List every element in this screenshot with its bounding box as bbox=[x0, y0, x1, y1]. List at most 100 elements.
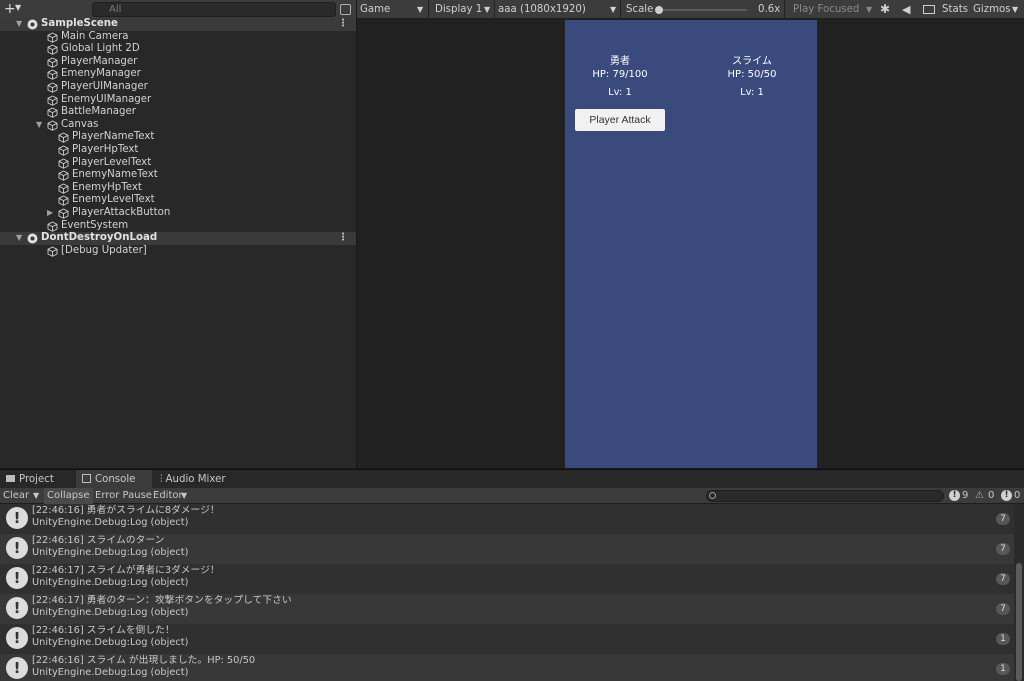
scale-slider[interactable] bbox=[657, 9, 747, 11]
info-icon: ! bbox=[6, 567, 28, 589]
scene-icon bbox=[27, 19, 38, 30]
hierarchy-item[interactable]: ▼ Canvas bbox=[0, 119, 356, 132]
gameobject-icon bbox=[58, 208, 69, 219]
hierarchy-item[interactable]: PlayerManager bbox=[0, 56, 356, 69]
bug-icon[interactable]: ✱ bbox=[880, 0, 890, 19]
hierarchy-item[interactable]: Global Light 2D bbox=[0, 43, 356, 56]
log-entry[interactable]: ! [22:46:16] 勇者がスライムに8ダメージ！ UnityEngine.De… bbox=[0, 504, 1014, 534]
speaker-icon[interactable]: ◀ bbox=[902, 0, 910, 19]
tab-project[interactable]: Project bbox=[0, 470, 76, 489]
hierarchy-item[interactable]: ▶ PlayerAttackButton bbox=[0, 207, 356, 220]
hierarchy-item[interactable]: PlayerHpText bbox=[0, 144, 356, 157]
warning-filter-icon[interactable]: ⚠ bbox=[975, 488, 984, 504]
collapse-button[interactable]: Collapse bbox=[44, 488, 93, 504]
console-search-input[interactable] bbox=[706, 490, 944, 502]
scene-options-icon[interactable]: ⋮ bbox=[338, 18, 348, 31]
player-name-text: 勇者 bbox=[610, 56, 630, 67]
resolution-dropdown[interactable]: aaa (1080x1920) bbox=[498, 0, 586, 19]
log-entry[interactable]: ! [22:46:17] スライムが勇者に3ダメージ！ UnityEngine.De… bbox=[0, 564, 1014, 594]
search-placeholder: All bbox=[109, 4, 122, 15]
hierarchy-scene-row[interactable]: ▼ DontDestroyOnLoad ⋮ bbox=[0, 232, 356, 245]
hierarchy-search-input[interactable]: All bbox=[92, 2, 336, 17]
hierarchy-item[interactable]: EnemyNameText bbox=[0, 169, 356, 182]
scale-slider-handle[interactable] bbox=[655, 6, 663, 14]
error-filter-icon[interactable]: ! bbox=[1001, 490, 1012, 501]
error-pause-button[interactable]: Error Pause bbox=[93, 488, 154, 504]
log-source: UnityEngine.Debug:Log (object) bbox=[32, 517, 189, 528]
chevron-down-icon: ▼ bbox=[866, 5, 873, 14]
hierarchy-item[interactable]: EnemyUIManager bbox=[0, 94, 356, 107]
log-entry[interactable]: ! [22:46:17] 勇者のターン：攻撃ボタンをタップして下さい UnityEn… bbox=[0, 594, 1014, 624]
hierarchy-item[interactable]: EmenyManager bbox=[0, 68, 356, 81]
tab-audio-mixer[interactable]: ⫶ Audio Mixer bbox=[154, 470, 244, 489]
stats-button[interactable]: Stats bbox=[942, 0, 968, 19]
gameobject-icon bbox=[58, 132, 69, 144]
chevron-down-icon: ▼ bbox=[610, 5, 617, 14]
tab-console-label: Console bbox=[95, 474, 136, 485]
hierarchy-item-label: PlayerAttackButton bbox=[72, 207, 171, 218]
log-collapse-count: 7 bbox=[996, 513, 1010, 525]
expand-arrow-icon[interactable]: ▶ bbox=[47, 207, 53, 220]
hierarchy-toolbar: + ▼ All bbox=[0, 0, 356, 19]
hierarchy-item-label: Main Camera bbox=[61, 30, 129, 42]
enemy-hp-text: HP: 50/50 bbox=[727, 69, 777, 80]
console-scroll-thumb[interactable] bbox=[1016, 563, 1022, 681]
add-icon[interactable]: + bbox=[4, 1, 16, 17]
tab-console[interactable]: Console bbox=[76, 470, 152, 489]
hierarchy-item[interactable]: Main Camera bbox=[0, 31, 356, 44]
log-text: [22:46:16] スライムのターン UnityEngine.Debug:Log… bbox=[32, 535, 188, 559]
log-text: [22:46:17] 勇者のターン：攻撃ボタンをタップして下さい UnityEng… bbox=[32, 595, 292, 619]
info-icon: ! bbox=[6, 627, 28, 649]
log-entry[interactable]: ! [22:46:16] スライム が出現しました。HP: 50/50 UnityE… bbox=[0, 654, 1014, 681]
gameobject-icon bbox=[47, 95, 58, 106]
info-icon: ! bbox=[6, 537, 28, 559]
hierarchy-item-label: DontDestroyOnLoad bbox=[41, 232, 158, 244]
gameobject-icon bbox=[47, 32, 58, 43]
gameobject-icon bbox=[58, 170, 69, 181]
hierarchy-item-label: [Debug Updater] bbox=[61, 244, 147, 256]
hierarchy-item[interactable]: PlayerNameText bbox=[0, 131, 356, 144]
log-message: [22:46:16] スライムを倒した！ bbox=[32, 625, 175, 636]
hierarchy-item[interactable]: EnemyLevelText bbox=[0, 194, 356, 207]
hierarchy-item-label: Canvas bbox=[61, 118, 99, 130]
player-attack-button[interactable]: Player Attack bbox=[575, 109, 665, 131]
collapse-arrow-icon[interactable]: ▼ bbox=[16, 18, 22, 31]
info-filter-icon[interactable]: ! bbox=[949, 490, 960, 501]
collapse-arrow-icon[interactable]: ▼ bbox=[16, 232, 22, 245]
hierarchy-item[interactable]: [Debug Updater] bbox=[0, 245, 356, 258]
chevron-down-icon[interactable]: ▼ bbox=[33, 488, 39, 504]
chevron-down-icon[interactable]: ▼ bbox=[15, 3, 21, 12]
hierarchy-item[interactable]: PlayerUIManager bbox=[0, 81, 356, 94]
hierarchy-options-icon[interactable] bbox=[340, 4, 351, 15]
chevron-down-icon[interactable]: ▼ bbox=[1012, 0, 1018, 19]
hierarchy-item-label: PlayerNameText bbox=[72, 131, 155, 143]
clear-button[interactable]: Clear bbox=[3, 488, 29, 504]
search-icon bbox=[709, 492, 716, 499]
log-entry[interactable]: ! [22:46:16] スライムのターン UnityEngine.Debug:Lo… bbox=[0, 534, 1014, 564]
hierarchy-item[interactable]: BattleManager bbox=[0, 106, 356, 119]
gameobject-icon bbox=[58, 145, 69, 156]
play-mode-dropdown[interactable]: Play Focused bbox=[793, 0, 859, 19]
editor-dropdown[interactable]: Editor bbox=[153, 488, 183, 504]
chevron-down-icon: ▼ bbox=[181, 491, 188, 500]
collapse-arrow-icon[interactable]: ▼ bbox=[36, 119, 42, 132]
display-dropdown[interactable]: Display 1 bbox=[435, 0, 482, 19]
hierarchy-item[interactable]: PlayerLevelText bbox=[0, 157, 356, 170]
gizmos-button[interactable]: Gizmos bbox=[973, 0, 1011, 19]
scene-options-icon[interactable]: ⋮ bbox=[338, 232, 348, 245]
game-view-dropdown[interactable]: Game bbox=[360, 0, 390, 19]
log-message: [22:46:16] スライム が出現しました。HP: 50/50 bbox=[32, 655, 256, 666]
hierarchy-item-label: BattleManager bbox=[61, 106, 136, 118]
scale-value: 0.6x bbox=[758, 4, 781, 15]
log-text: [22:46:17] スライムが勇者に3ダメージ！ UnityEngine.Deb… bbox=[32, 565, 220, 589]
hierarchy-scene-row[interactable]: ▼ SampleScene ⋮ bbox=[0, 18, 356, 31]
keyboard-icon[interactable] bbox=[923, 5, 935, 14]
gameobject-icon bbox=[47, 120, 58, 131]
hierarchy-item-label: EnemyLevelText bbox=[72, 194, 155, 206]
hierarchy-item[interactable]: EventSystem bbox=[0, 220, 356, 233]
hierarchy-item[interactable]: EnemyHpText bbox=[0, 182, 356, 195]
gameobject-icon bbox=[47, 246, 58, 257]
log-entry[interactable]: ! [22:46:16] スライムを倒した！ UnityEngine.Debug:L… bbox=[0, 624, 1014, 654]
log-source: UnityEngine.Debug:Log (object) bbox=[32, 637, 189, 648]
log-count: 9 bbox=[962, 490, 969, 501]
